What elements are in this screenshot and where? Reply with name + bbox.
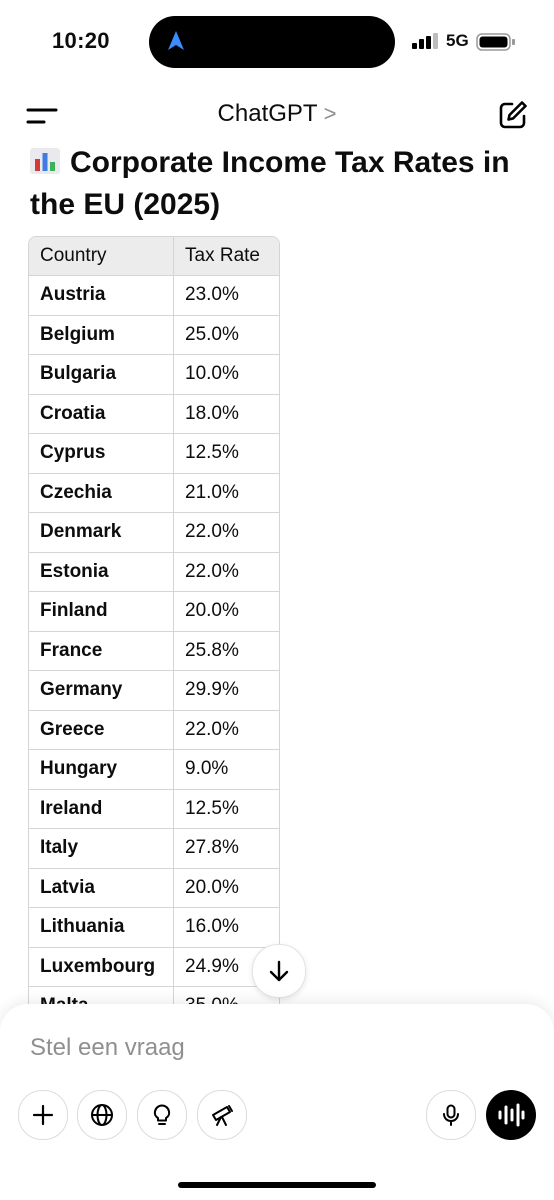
table-row: Finland 20.0% (29, 591, 279, 632)
cell-country: Ireland (29, 789, 174, 829)
cell-rate: 20.0% (173, 591, 279, 632)
arrow-down-icon (269, 960, 289, 982)
table-row: Latvia 20.0% (29, 868, 279, 908)
cell-rate: 10.0% (173, 354, 279, 395)
cell-country: Denmark (29, 512, 174, 553)
composer: Stel een vraag (0, 1004, 554, 1200)
cell-country: Latvia (29, 868, 174, 908)
cell-country: Czechia (29, 473, 174, 513)
telescope-icon (212, 1105, 233, 1126)
header-country: Country (29, 237, 174, 276)
table-row: Germany 29.9% (29, 670, 279, 711)
status-time: 10:20 (52, 28, 110, 53)
cell-country: Bulgaria (29, 354, 174, 395)
table-header-row: Country Tax Rate (29, 237, 279, 276)
cell-country: Belgium (29, 315, 174, 355)
table-row: Hungary 9.0% (29, 749, 279, 790)
cell-country: Cyprus (29, 433, 174, 474)
cell-country: Germany (29, 670, 174, 711)
globe-icon (91, 1104, 113, 1126)
table-row: France 25.8% (29, 631, 279, 671)
cell-country: Lithuania (29, 907, 174, 948)
voice-mode-button[interactable] (486, 1090, 536, 1140)
cell-rate: 22.0% (173, 552, 279, 592)
nav-bar: ChatGPT > (0, 84, 554, 144)
prompt-input[interactable]: Stel een vraag (30, 1034, 185, 1062)
table-row: Luxembourg 24.9% (29, 947, 279, 987)
table-row: Belgium 25.0% (29, 315, 279, 355)
table-row: Cyprus 12.5% (29, 433, 279, 474)
cell-rate: 22.0% (173, 710, 279, 750)
table-row: Bulgaria 10.0% (29, 354, 279, 395)
chevron-right-icon: > (323, 101, 337, 126)
cell-country: France (29, 631, 174, 671)
table-row: Ireland 12.5% (29, 789, 279, 829)
cell-rate: 22.0% (173, 512, 279, 553)
table-row: Estonia 22.0% (29, 552, 279, 592)
new-chat-button[interactable] (497, 99, 529, 131)
cell-rate: 25.8% (173, 631, 279, 671)
table-row: Croatia 18.0% (29, 394, 279, 434)
status-bar: 10:20 5G (0, 0, 554, 84)
home-indicator (178, 1182, 376, 1188)
bar-chart-emoji-icon (30, 148, 60, 174)
response-heading: Corporate Income Tax Rates in the EU (20… (30, 142, 530, 226)
cell-rate: 27.8% (173, 828, 279, 869)
cell-rate: 20.0% (173, 868, 279, 908)
cell-country: Austria (29, 275, 174, 316)
table-row: Austria 23.0% (29, 275, 279, 316)
cell-country: Greece (29, 710, 174, 750)
add-attachment-button[interactable] (18, 1090, 68, 1140)
table-row: Italy 27.8% (29, 828, 279, 869)
network-label: 5G (446, 31, 469, 50)
tax-rate-table[interactable]: Country Tax Rate Austria 23.0% Belgium 25.… (28, 236, 280, 1007)
cell-rate: 25.0% (173, 315, 279, 355)
battery-icon (476, 33, 515, 51)
cell-country: Italy (29, 828, 174, 869)
plus-icon (32, 1104, 54, 1126)
table-row: Greece 22.0% (29, 710, 279, 750)
cell-rate: 12.5% (173, 789, 279, 829)
header-tax-rate: Tax Rate (173, 237, 279, 276)
model-selector[interactable]: ChatGPT > (0, 100, 554, 128)
nav-title: ChatGPT (217, 100, 318, 127)
microphone-icon (443, 1104, 459, 1126)
web-search-button[interactable] (77, 1090, 127, 1140)
cell-rate: 21.0% (173, 473, 279, 513)
cell-country: Hungary (29, 749, 174, 790)
heading-text: Corporate Income Tax Rates in the EU (20… (30, 146, 510, 221)
cell-country: Finland (29, 591, 174, 632)
cell-rate: 16.0% (173, 907, 279, 948)
cell-rate: 9.0% (173, 749, 279, 790)
cell-country: Croatia (29, 394, 174, 434)
reasoning-button[interactable] (137, 1090, 187, 1140)
dynamic-island (149, 16, 395, 68)
dictation-button[interactable] (426, 1090, 476, 1140)
cell-rate: 18.0% (173, 394, 279, 434)
location-arrow-icon (168, 31, 184, 50)
cell-country: Luxembourg (29, 947, 174, 987)
signal-icon (412, 33, 438, 49)
table-row: Denmark 22.0% (29, 512, 279, 553)
cell-country: Estonia (29, 552, 174, 592)
edit-icon (499, 101, 527, 129)
table-row: Lithuania 16.0% (29, 907, 279, 948)
lightbulb-icon (153, 1104, 171, 1125)
cell-rate: 23.0% (173, 275, 279, 316)
deep-research-button[interactable] (197, 1090, 247, 1140)
scroll-to-bottom-button[interactable] (252, 944, 306, 998)
cell-rate: 12.5% (173, 433, 279, 474)
table-row: Czechia 21.0% (29, 473, 279, 513)
cell-rate: 29.9% (173, 670, 279, 711)
voice-waveform-icon (498, 1103, 525, 1127)
